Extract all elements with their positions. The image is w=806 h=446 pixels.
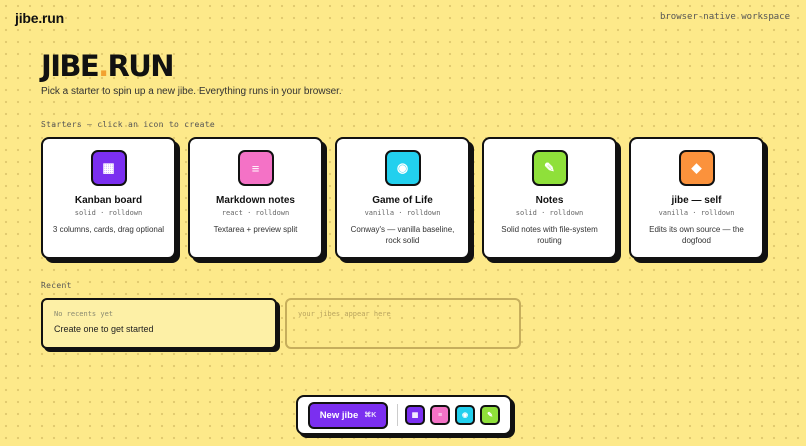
card-meta: solid · rolldown [515,209,584,217]
card-description: Conway's — vanilla baseline, rock solid [350,225,455,245]
card-meta: react · rolldown [221,209,290,217]
card-title: Markdown notes [216,195,295,206]
new-jibe-button[interactable]: New jibe ⌘K [308,401,388,429]
card-meta: vanilla · rolldown [658,209,735,217]
grid-icon[interactable]: ▦ [90,150,127,186]
card-meta: vanilla · rolldown [364,209,441,217]
recent-placeholder-text: your jibes appear here [298,310,391,318]
card-description: 3 columns, cards, drag optional [52,225,165,234]
starter-cards: ▦ Kanban board solid · rolldown 3 column… [41,137,764,259]
workspace-tagline: browser-native workspace [659,12,790,22]
diamond-icon[interactable]: ◆ [678,150,715,186]
card-description: Edits its own source — the dogfood [649,225,744,245]
cell-icon[interactable]: ◉ [384,150,421,186]
card-title: jibe — self [671,195,722,206]
hero-subtitle: Pick a starter to spin up a new jibe. Ev… [41,86,342,97]
recent-placeholder-card: your jibes appear here [285,298,521,349]
starter-card-markdown[interactable]: ≡ Markdown notes react · rolldown Textar… [188,137,323,259]
starter-card-notes[interactable]: ✎ Notes solid · rolldown Solid notes wit… [482,137,617,259]
card-description: Textarea + preview split [213,225,298,234]
app-logo[interactable]: jibe.run [15,10,64,26]
recent-empty-card: No recents yet Create one to get started [41,298,277,349]
dock-divider [397,404,398,426]
starter-card-jibe-self[interactable]: ◆ jibe — self vanilla · rolldown Edits i… [629,137,764,259]
card-title: Game of Life [372,195,433,206]
card-meta: solid · rolldown [74,209,143,217]
cell-icon[interactable]: ◉ [455,405,475,425]
shortcut-hint: ⌘K [364,412,377,419]
pencil-icon[interactable]: ✎ [531,150,568,186]
hero-title: JIBE.RUN [41,49,175,83]
card-title: Notes [535,195,564,206]
grid-icon[interactable]: ▦ [405,405,425,425]
hero-title-part-2: RUN [107,49,175,83]
pencil-icon[interactable]: ✎ [480,405,500,425]
starters-label: Starters — click an icon to create [41,120,215,129]
hero-title-part-1: JIBE [41,49,100,83]
recent-label: Recent [41,281,72,290]
starter-card-kanban[interactable]: ▦ Kanban board solid · rolldown 3 column… [41,137,176,259]
starter-card-game-of-life[interactable]: ◉ Game of Life vanilla · rolldown Conway… [335,137,470,259]
lines-icon[interactable]: ≡ [237,150,274,186]
bottom-dock: New jibe ⌘K ▦ ≡ ◉ ✎ [296,395,512,435]
hero-title-dot: . [98,49,109,83]
recent-empty-text: Create one to get started [54,324,154,334]
lines-icon[interactable]: ≡ [430,405,450,425]
new-jibe-label: New jibe [319,409,359,421]
card-title: Kanban board [74,195,143,206]
card-description: Solid notes with file-system routing [501,225,598,245]
recent-empty-hint: No recents yet [54,310,114,318]
